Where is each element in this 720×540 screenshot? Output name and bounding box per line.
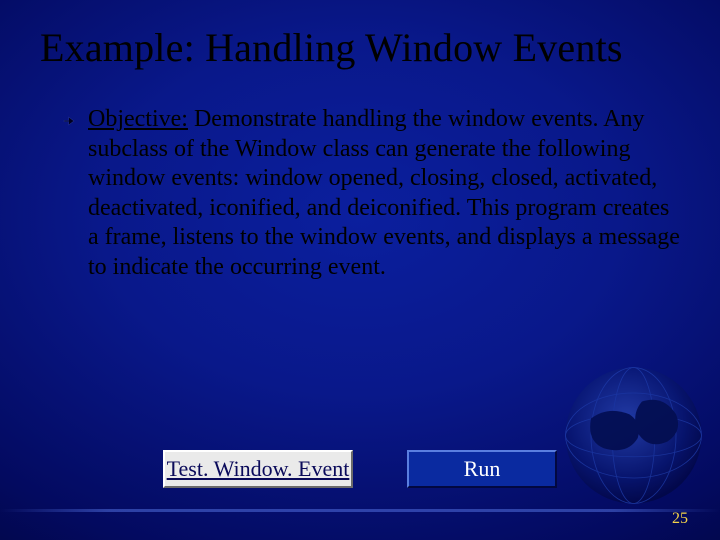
pointing-hand-icon xyxy=(62,113,78,129)
objective-text: Demonstrate handling the window events. … xyxy=(88,106,680,280)
slide-title: Example: Handling Window Events xyxy=(40,24,690,71)
bullet-body: Objective: Demonstrate handling the wind… xyxy=(88,105,680,282)
button-row: Test. Window. Event Run xyxy=(0,450,720,488)
run-button[interactable]: Run xyxy=(407,450,557,488)
link-test-window-event[interactable]: Test. Window. Event xyxy=(163,450,353,488)
divider-line xyxy=(0,509,720,512)
objective-label: Objective: xyxy=(88,106,188,132)
slide: Example: Handling Window Events Objectiv… xyxy=(0,0,720,540)
page-number: 25 xyxy=(672,510,688,528)
bullet-item: Objective: Demonstrate handling the wind… xyxy=(62,105,680,282)
